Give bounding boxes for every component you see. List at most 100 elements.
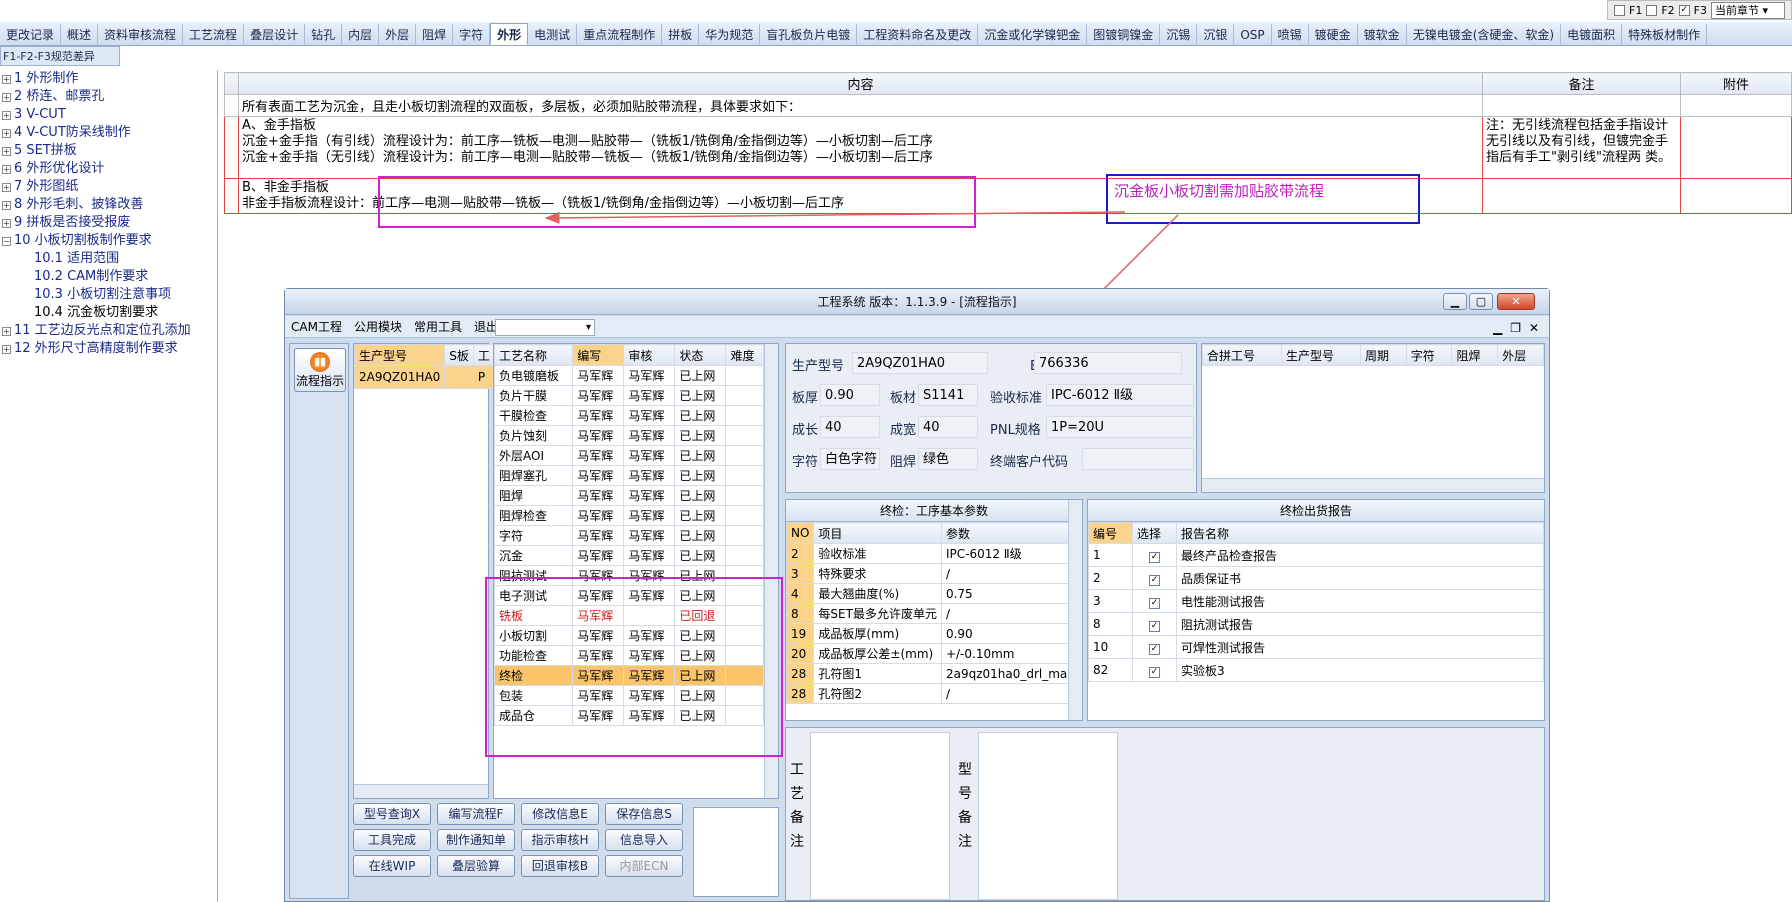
tree-item-6[interactable]: +7 外形图纸 bbox=[0, 178, 217, 196]
action-button-2-3[interactable]: 内部ECN bbox=[605, 855, 683, 877]
tab-18[interactable]: 图镀铜镍金 bbox=[1087, 24, 1161, 45]
field-value-len[interactable]: 40 bbox=[820, 416, 880, 438]
field-value-cust[interactable] bbox=[1082, 448, 1194, 470]
table-row[interactable]: 阻焊 马军辉 马军辉 已上网 bbox=[494, 485, 764, 506]
table-row[interactable]: 2A9QZ01HA0 P bbox=[353, 365, 495, 389]
table-row[interactable]: 阻焊检查 马军辉 马军辉 已上网 bbox=[494, 505, 764, 526]
action-button-0-2[interactable]: 修改信息E bbox=[521, 803, 599, 825]
action-button-0-0[interactable]: 型号查询X bbox=[353, 803, 431, 825]
table-row[interactable]: 干膜检查 马军辉 马军辉 已上网 bbox=[494, 405, 764, 426]
field-value-pnl[interactable]: 1P=20U bbox=[1046, 416, 1194, 438]
tree-expander-icon[interactable]: + bbox=[2, 344, 11, 354]
tab-20[interactable]: 沉银 bbox=[1197, 24, 1235, 45]
field-value-model[interactable]: 2A9QZ01HA0 bbox=[852, 352, 988, 374]
field-value-mask[interactable]: 绿色 bbox=[918, 448, 978, 470]
table-row[interactable]: 负片干膜 马军辉 马军辉 已上网 bbox=[494, 385, 764, 406]
tab-22[interactable]: 喷锡 bbox=[1272, 24, 1309, 45]
menu-item-1[interactable]: 公用模块 bbox=[348, 316, 408, 338]
subtab-f1-f2-f3[interactable]: F1-F2-F3规范差异 bbox=[0, 46, 120, 66]
report-select[interactable]: ✓ bbox=[1132, 612, 1177, 636]
flow-indicator-button[interactable]: ▮▮ 流程指示 bbox=[294, 348, 346, 392]
action-button-2-1[interactable]: 叠层验算 bbox=[437, 855, 515, 877]
tree-expander-icon[interactable]: + bbox=[2, 110, 11, 120]
table-row[interactable]: 2 ✓ 品质保证书 bbox=[1088, 566, 1544, 590]
table-row[interactable]: 28 孔符图1 2a9qz01ha0_drl_ma... bbox=[786, 663, 1082, 684]
tree-item-8[interactable]: +9 拼板是否接受报废 bbox=[0, 214, 217, 232]
action-button-1-1[interactable]: 制作通知单 bbox=[437, 829, 515, 851]
tab-19[interactable]: 沉锡 bbox=[1160, 24, 1198, 45]
tab-12[interactable]: 重点流程制作 bbox=[577, 24, 663, 45]
table-row[interactable]: 28 孔符图2/ bbox=[786, 683, 1082, 704]
tree-expander-icon[interactable]: + bbox=[2, 92, 11, 102]
tree-item-2[interactable]: +3 V-CUT bbox=[0, 106, 217, 124]
action-button-1-3[interactable]: 信息导入 bbox=[605, 829, 683, 851]
table-row[interactable]: 2 验收标准 IPC-6012 Ⅱ级 bbox=[786, 543, 1082, 564]
report-checkbox[interactable]: ✓ bbox=[1149, 574, 1160, 586]
minimize-button[interactable]: ▁ bbox=[1443, 293, 1467, 310]
report-checkbox[interactable]: ✓ bbox=[1149, 597, 1160, 609]
tree-item-0[interactable]: +1 外形制作 bbox=[0, 70, 217, 88]
report-select[interactable]: ✓ bbox=[1132, 589, 1177, 613]
field-value-material[interactable]: S1141 bbox=[918, 384, 978, 406]
table-row[interactable]: 8 每SET最多允许废单元 / bbox=[786, 603, 1082, 624]
tree-item-9[interactable]: −10 小板切割板制作要求 bbox=[0, 232, 217, 250]
model-grid-hscroll[interactable] bbox=[354, 784, 488, 798]
tab-11[interactable]: 电测试 bbox=[528, 24, 578, 45]
table-row[interactable]: 阻焊塞孔 马军辉 马军辉 已上网 bbox=[494, 465, 764, 486]
tab-24[interactable]: 镀软金 bbox=[1358, 24, 1407, 45]
action-button-0-3[interactable]: 保存信息S bbox=[605, 803, 683, 825]
tab-14[interactable]: 华为规范 bbox=[699, 24, 761, 45]
field-value-wid[interactable]: 40 bbox=[918, 416, 978, 438]
tree-expander-icon[interactable]: + bbox=[2, 146, 11, 156]
table-row[interactable]: 82 ✓ 实验板3 bbox=[1088, 658, 1544, 682]
report-select[interactable]: ✓ bbox=[1132, 566, 1177, 590]
table-row[interactable]: 沉金 马军辉 马军辉 已上网 bbox=[494, 545, 764, 566]
menu-item-2[interactable]: 常用工具 bbox=[408, 316, 468, 338]
tree-expander-icon[interactable]: + bbox=[2, 74, 11, 84]
tab-7[interactable]: 外层 bbox=[379, 24, 417, 45]
f3-checkbox[interactable]: ✓ bbox=[1678, 4, 1690, 16]
tree-item-14[interactable]: +11 工艺边反光点和定位孔添加 bbox=[0, 322, 217, 340]
tree-item-10[interactable]: 10.1 适用范围 bbox=[0, 250, 217, 268]
f2-checkbox[interactable] bbox=[1646, 4, 1658, 16]
field-value-eno[interactable]: 766336 bbox=[1034, 352, 1182, 374]
tab-3[interactable]: 工艺流程 bbox=[183, 24, 245, 45]
tree-item-3[interactable]: +4 V-CUT防呆线制作 bbox=[0, 124, 217, 142]
tree-item-4[interactable]: +5 SET拼板 bbox=[0, 142, 217, 160]
table-row[interactable]: 负片蚀刻 马军辉 马军辉 已上网 bbox=[494, 425, 764, 446]
tree-expander-icon[interactable]: + bbox=[2, 200, 11, 210]
table-row[interactable]: 10 ✓ 可焊性测试报告 bbox=[1088, 635, 1544, 659]
tree-expander-icon[interactable]: + bbox=[2, 218, 11, 228]
tree-item-11[interactable]: 10.2 CAM制作要求 bbox=[0, 268, 217, 286]
tree-item-5[interactable]: +6 外形优化设计 bbox=[0, 160, 217, 178]
action-button-1-2[interactable]: 指示审核H bbox=[521, 829, 599, 851]
table-row[interactable]: 3 ✓ 电性能测试报告 bbox=[1088, 589, 1544, 613]
report-select[interactable]: ✓ bbox=[1132, 543, 1177, 567]
table-row[interactable]: 1 ✓ 最终产品检查报告 bbox=[1088, 543, 1544, 567]
tab-27[interactable]: 特殊板材制作 bbox=[1622, 24, 1708, 45]
action-button-2-0[interactable]: 在线WIP bbox=[353, 855, 431, 877]
tree-item-1[interactable]: +2 桥连、邮票孔 bbox=[0, 88, 217, 106]
table-row[interactable]: 字符 马军辉 马军辉 已上网 bbox=[494, 525, 764, 546]
tab-23[interactable]: 镀硬金 bbox=[1309, 24, 1358, 45]
field-value-std[interactable]: IPC-6012 Ⅱ级 bbox=[1046, 384, 1194, 406]
report-select[interactable]: ✓ bbox=[1132, 635, 1177, 659]
tree-expander-icon[interactable]: + bbox=[2, 182, 11, 192]
tree-item-7[interactable]: +8 外形毛刺、披锋改善 bbox=[0, 196, 217, 214]
f1-checkbox[interactable] bbox=[1614, 4, 1626, 16]
process-notes-text[interactable] bbox=[810, 732, 950, 900]
table-row[interactable]: 4 最大翘曲度(%) 0.75 bbox=[786, 583, 1082, 604]
tab-26[interactable]: 电镀面积 bbox=[1561, 24, 1623, 45]
field-value-thick[interactable]: 0.90 bbox=[820, 384, 880, 406]
table-row[interactable]: 19 成品板厚(mm) 0.90 bbox=[786, 623, 1082, 644]
action-button-2-2[interactable]: 回退审核B bbox=[521, 855, 599, 877]
tree-item-13[interactable]: 10.4 沉金板切割要求 bbox=[0, 304, 217, 322]
merge-grid-hscroll[interactable] bbox=[1202, 478, 1544, 492]
params-vscroll[interactable] bbox=[1068, 500, 1082, 720]
table-row[interactable]: 3 特殊要求 / bbox=[786, 563, 1082, 584]
menu-dropdown[interactable]: ▾ bbox=[495, 319, 595, 336]
chapter-select[interactable]: 当前章节 ▾ bbox=[1711, 1, 1785, 19]
tree-expander-icon[interactable]: + bbox=[2, 326, 11, 336]
tree-expander-icon[interactable]: − bbox=[2, 236, 11, 246]
report-checkbox[interactable]: ✓ bbox=[1149, 643, 1160, 655]
